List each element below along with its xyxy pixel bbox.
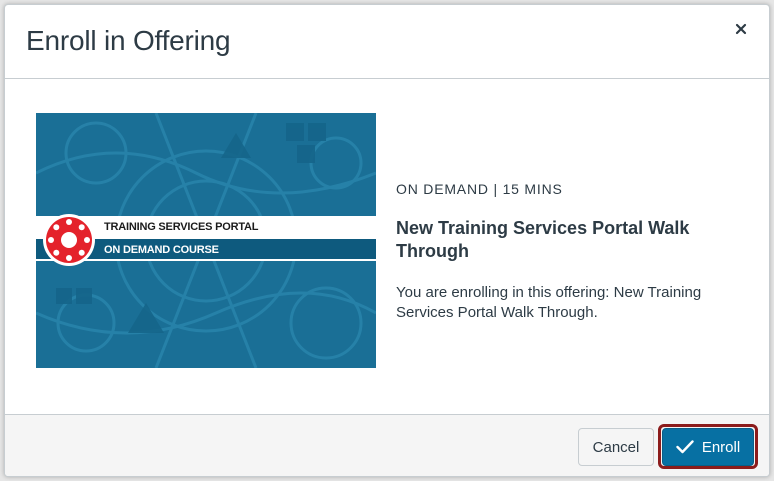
modal-header: Enroll in Offering: [5, 5, 769, 79]
thumbnail-subtitle: ON DEMAND COURSE: [104, 244, 219, 256]
canvas-logo-icon: [43, 214, 95, 266]
enroll-button[interactable]: Enroll: [662, 428, 754, 466]
offering-description: You are enrolling in this offering: New …: [396, 284, 702, 321]
close-button[interactable]: [729, 17, 753, 41]
enroll-modal: Enroll in Offering TRAINING SERVICES POR…: [4, 4, 770, 477]
offering-thumbnail: TRAINING SERVICES PORTAL ON DEMAND COURS…: [36, 113, 376, 368]
close-icon: [735, 23, 747, 35]
modal-footer: Cancel Enroll: [5, 414, 769, 476]
modal-body: TRAINING SERVICES PORTAL ON DEMAND COURS…: [5, 80, 769, 416]
check-icon: [676, 440, 694, 454]
modal-title: Enroll in Offering: [26, 25, 231, 56]
enroll-button-label: Enroll: [701, 438, 741, 456]
cancel-button[interactable]: Cancel: [578, 428, 654, 466]
offering-title: New Training Services Portal Walk Throug…: [396, 218, 690, 261]
thumbnail-title: TRAINING SERVICES PORTAL: [104, 221, 259, 233]
offering-meta: ON DEMAND | 15 MINS: [396, 181, 563, 197]
